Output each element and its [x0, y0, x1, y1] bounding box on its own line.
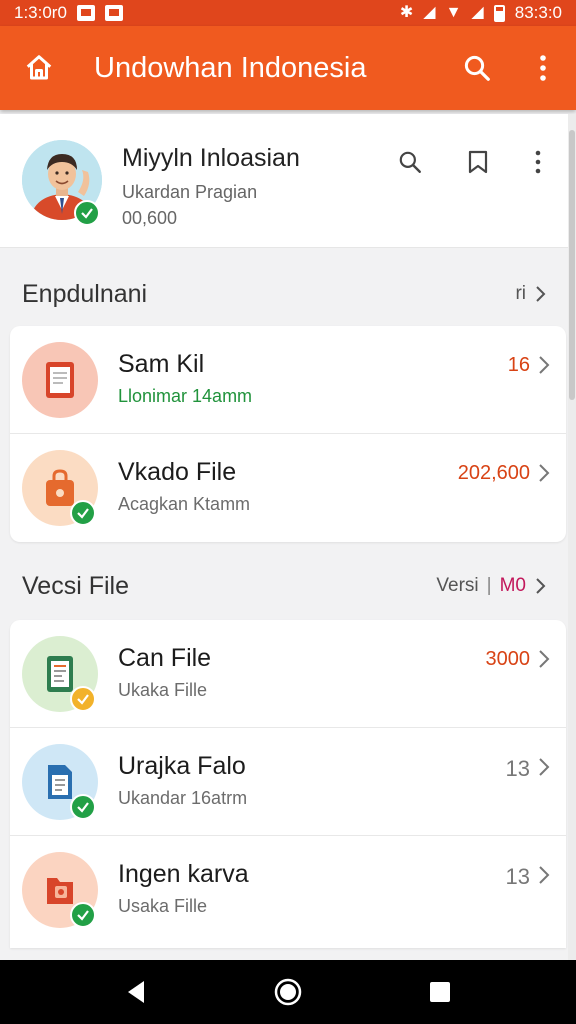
profile-bookmark-button[interactable]: [456, 142, 500, 182]
chevron-right-icon: [539, 464, 550, 482]
row-subtitle: Llonimar 14amm: [118, 386, 253, 406]
row-value: 202,600: [457, 462, 530, 484]
section-title-2: Vecsi File: [22, 571, 129, 600]
section-card-2: Can File Ukaka Fille 3000 Urajka Falo Uk…: [10, 620, 566, 948]
row-title: Vkado File: [118, 458, 237, 486]
row-subtitle: Ukandar 16atrm: [118, 788, 248, 808]
more-vert-icon: [535, 150, 541, 174]
status-time-left: 1:3:0r0: [14, 3, 67, 22]
system-nav-bar: [0, 960, 576, 1024]
chevron-right-icon: [539, 356, 550, 374]
section-link-separator: |: [486, 575, 492, 596]
recents-icon: [430, 982, 450, 1002]
chevron-right-icon: [539, 758, 550, 776]
search-icon: [464, 55, 490, 81]
app-title: Undowhan Indonesia: [94, 51, 367, 84]
notification-icon: [76, 5, 95, 21]
check-icon: [77, 694, 89, 705]
row-title: Can File: [118, 644, 212, 672]
document-icon: [46, 362, 74, 398]
signal-icon: ◢: [423, 4, 436, 21]
section-header-2: Vecsi File Versi | M0: [0, 556, 568, 616]
scrollbar[interactable]: [568, 114, 576, 960]
row-value: 13: [505, 864, 530, 889]
section-link-2-accent: M0: [499, 575, 526, 596]
status-right: ✱ ◢ ▼ ◢ 83:3:0: [400, 3, 562, 23]
row-subtitle: Usaka Fille: [118, 896, 208, 916]
recents-button[interactable]: [410, 962, 470, 1022]
battery-icon: [493, 4, 505, 22]
verified-badge: [74, 200, 100, 226]
row-value: 16: [507, 354, 530, 376]
chevron-right-icon: [539, 866, 550, 884]
more-vert-icon: [540, 55, 546, 81]
profile-card[interactable]: Miyyln Inloasian Ukardan Pragian 00,600: [0, 114, 568, 248]
section-link-1-label: ri: [515, 283, 526, 304]
back-button[interactable]: [106, 962, 166, 1022]
row-subtitle: Acagkan Ktamm: [118, 494, 251, 514]
section-link-2[interactable]: Versi | M0: [436, 575, 546, 597]
row-value: 13: [505, 756, 530, 781]
signal-2-icon: ◢: [471, 4, 484, 21]
profile-search-button[interactable]: [388, 142, 432, 182]
shopping-bag-icon: [46, 469, 74, 506]
row-title: Sam Kil: [118, 350, 205, 378]
scrollbar-thumb[interactable]: [569, 130, 575, 400]
mail-icon: [104, 5, 123, 21]
row-subtitle: Ukaka Fille: [118, 680, 208, 700]
status-time-right: 83:3:0: [514, 3, 562, 22]
wifi-icon: ▼: [445, 4, 462, 21]
app-bar: Undowhan Indonesia: [0, 26, 576, 110]
row-value: 3000: [485, 648, 531, 670]
status-bar: 1:3:0r0 ✱ ◢ ▼ ◢ 83:3:0: [0, 0, 576, 26]
section-card-1: Sam Kil Llonimar 14amm 16 Vkado File Aca…: [10, 326, 566, 542]
row-title: Urajka Falo: [118, 752, 246, 780]
section-link-1[interactable]: ri: [515, 283, 546, 305]
bluetooth-icon: ✱: [399, 4, 414, 21]
profile-name: Miyyln Inloasian: [122, 144, 300, 172]
check-icon: [81, 208, 93, 219]
row-icon-container: [22, 342, 98, 418]
list-item[interactable]: Vkado File Acagkan Ktamm 202,600: [10, 434, 566, 542]
chevron-right-icon: [536, 578, 546, 594]
file-icon: [48, 765, 72, 799]
check-icon: [77, 802, 89, 813]
check-icon: [77, 508, 89, 519]
section-link-2-label: Versi: [436, 575, 479, 596]
profile-number: 00,600: [122, 208, 178, 228]
status-left: 1:3:0r0: [14, 3, 123, 23]
home-icon: [26, 55, 52, 80]
home-circle-icon: [274, 978, 302, 1006]
list-item[interactable]: Sam Kil Llonimar 14amm 16: [10, 326, 566, 434]
folder-icon: [47, 878, 73, 904]
section-title-1: Enpdulnani: [22, 279, 148, 308]
app-more-button[interactable]: [510, 26, 576, 110]
app-search-button[interactable]: [444, 26, 510, 110]
home-nav-button[interactable]: [258, 962, 318, 1022]
section-header-1: Enpdulnani ri: [0, 264, 568, 324]
back-icon: [128, 981, 144, 1003]
check-badge: [70, 794, 96, 820]
home-button[interactable]: [0, 26, 78, 110]
check-icon: [77, 910, 89, 921]
check-badge: [70, 686, 96, 712]
list-item[interactable]: Can File Ukaka Fille 3000: [10, 620, 566, 728]
check-badge: [70, 500, 96, 526]
row-title: Ingen karva: [118, 860, 249, 888]
profile-more-button[interactable]: [516, 142, 560, 182]
search-icon: [399, 151, 421, 173]
list-item[interactable]: Ingen karva Usaka Fille 13: [10, 836, 566, 948]
list-item[interactable]: Urajka Falo Ukandar 16atrm 13: [10, 728, 566, 836]
chevron-right-icon: [539, 650, 550, 668]
chevron-right-icon: [536, 286, 546, 302]
bookmark-icon: [468, 150, 488, 174]
form-document-icon: [47, 656, 73, 692]
check-badge: [70, 902, 96, 928]
profile-subtitle: Ukardan Pragian: [122, 182, 258, 202]
